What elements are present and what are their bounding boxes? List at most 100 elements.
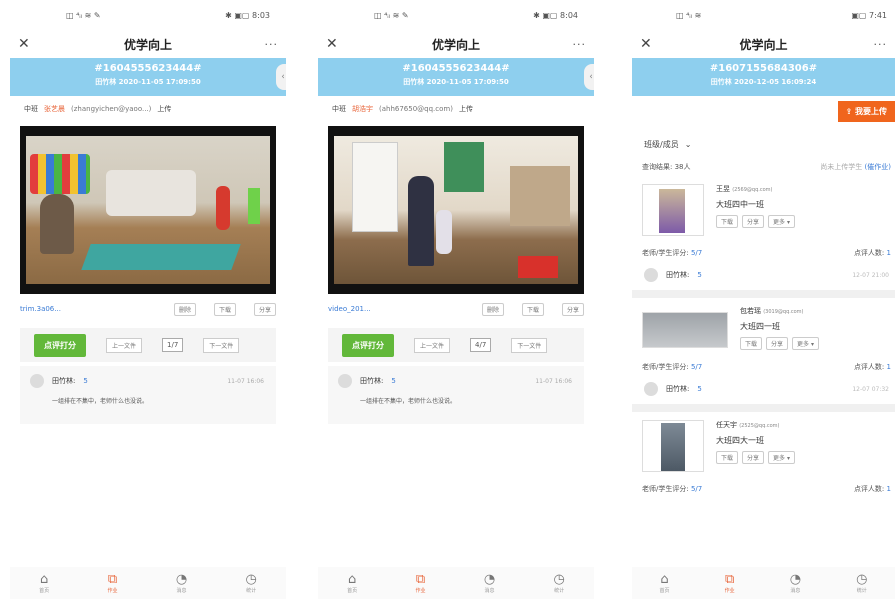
uploader-name[interactable]: 胡浩宇 (352, 104, 373, 114)
share-button[interactable]: 分享 (766, 337, 789, 350)
status-bar: ◫ ⁴ᵢₗ ≋ ✎ ✱ ▣▢ 8:04 (318, 0, 594, 30)
download-button[interactable]: 下载 (740, 337, 763, 350)
next-file-button[interactable]: 下一文件 (511, 337, 548, 353)
download-button[interactable]: 下载 (213, 302, 236, 316)
tab-messages[interactable]: ◔ 消息 (175, 571, 188, 594)
tab-home[interactable]: ⌂ 首页 (660, 571, 670, 594)
download-button[interactable]: 下载 (521, 302, 544, 316)
video-thumbnail[interactable] (642, 420, 704, 472)
review-score-button[interactable]: 点评打分 (342, 333, 394, 357)
adult-figure (40, 194, 74, 254)
commenter-name: 田竹林: (360, 377, 384, 385)
page-indicator: 1/7 (162, 338, 184, 352)
status-right: ✱ ▣▢ 8:03 (225, 10, 270, 20)
more-icon[interactable]: ··· (566, 38, 586, 51)
assignment-code: #1607155684306# (709, 63, 818, 74)
tab-home[interactable]: ⌂ 首页 (347, 572, 358, 594)
chevron-left-icon[interactable]: ‹ (276, 64, 286, 90)
home-icon: ⌂ (40, 571, 49, 587)
more-icon[interactable]: ··· (867, 38, 887, 51)
tab-stats[interactable]: ◷ 统计 (856, 571, 868, 594)
delete-button[interactable]: 删除 (173, 302, 196, 316)
more-button[interactable]: 更多 ▾ (768, 215, 795, 228)
file-name-link[interactable]: trim.3a06... (20, 305, 61, 313)
video-player[interactable] (20, 126, 276, 294)
screenshot-stage: ◫ ⁴ᵢₗ ≋ ✎ ✱ ▣▢ 8:03 ✕ 优学向上 ··· #16045556… (0, 0, 895, 599)
class-label: 中班 (332, 105, 346, 113)
more-icon[interactable]: ··· (258, 38, 278, 51)
tab-homework[interactable]: ⧉ 作业 (724, 572, 735, 594)
toy-shape (248, 188, 260, 224)
list-item[interactable]: 任天宇 (2525@qq.com) 大班四大一班 下载 分享 更多 ▾ (632, 412, 895, 472)
next-file-button[interactable]: 下一文件 (203, 337, 240, 353)
tab-stats[interactable]: ◷ 统计 (553, 572, 564, 594)
close-icon[interactable]: ✕ (18, 36, 38, 52)
stats-icon: ◷ (856, 571, 868, 587)
tab-label: 作业 (724, 587, 735, 594)
member-filter[interactable]: 班级/成员 ⌄ (632, 130, 895, 158)
assignment-banner: #1604555623444# 田竹林 2020-11-05 17:09:50 … (10, 58, 286, 96)
share-button[interactable]: 分享 (253, 302, 276, 316)
prev-file-button[interactable]: 上一文件 (106, 337, 143, 353)
close-icon[interactable]: ✕ (640, 36, 660, 52)
uploader-email: (zhangyichen@yaoo...) (71, 105, 152, 113)
reviewer-count-label: 点评人数: (853, 363, 885, 371)
upload-word: 上传 (458, 105, 473, 113)
tab-label: 消息 (176, 587, 187, 594)
video-player[interactable] (328, 126, 584, 294)
table-shape (518, 256, 558, 278)
download-button[interactable]: 下载 (716, 451, 739, 464)
prev-file-button[interactable]: 上一文件 (414, 337, 451, 353)
video-thumbnail[interactable] (642, 184, 704, 236)
tab-stats[interactable]: ◷ 统计 (245, 572, 256, 594)
file-name-link[interactable]: video_201... (328, 305, 371, 313)
eval-count[interactable]: 5/7 (691, 249, 702, 257)
message-icon: ◔ (483, 571, 496, 587)
tab-home[interactable]: ⌂ 首页 (39, 571, 49, 594)
review-score-button[interactable]: 点评打分 (34, 333, 86, 357)
chevron-left-icon[interactable]: ‹ (584, 64, 594, 90)
share-button[interactable]: 分享 (561, 302, 584, 316)
remind-link[interactable]: (催作业) (865, 163, 891, 171)
eval-row: 老师/学生评分: 5/7 点评人数: 1 (632, 236, 895, 258)
thumbnail-figure (661, 423, 685, 471)
tab-label: 消息 (484, 587, 495, 594)
tab-homework[interactable]: ⧉ 作业 (415, 572, 425, 594)
share-button[interactable]: 分享 (742, 215, 765, 228)
delete-button[interactable]: 删除 (481, 302, 504, 316)
tab-homework[interactable]: ⧉ 作业 (107, 572, 117, 594)
download-button[interactable]: 下载 (716, 215, 739, 228)
tab-label: 统计 (856, 587, 867, 594)
close-icon[interactable]: ✕ (326, 36, 346, 52)
video-thumbnail[interactable] (642, 312, 728, 348)
page-title: 优学向上 (431, 37, 480, 52)
page-indicator: 4/7 (470, 338, 492, 352)
list-item[interactable]: 包若瑶 (3019@qq.com) 大班四一班 下载 分享 更多 ▾ (632, 298, 895, 350)
student-name: 任天宇 (716, 421, 737, 429)
student-class: 大班四一班 (740, 322, 780, 331)
teacher-score: 5 (697, 271, 702, 279)
share-button[interactable]: 分享 (742, 451, 765, 464)
eval-label: 老师/学生评分: (642, 485, 689, 493)
student-email: (3019@qq.com) (763, 309, 804, 315)
eval-count[interactable]: 5/7 (691, 363, 702, 371)
status-left: ◫ ⁴ᵢₗ ≋ ✎ (374, 10, 409, 20)
reviewer-count: 1 (886, 363, 891, 371)
more-button[interactable]: 更多 ▾ (768, 451, 795, 464)
tab-label: 首页 (347, 587, 358, 594)
home-icon: ⌂ (660, 571, 669, 587)
list-item[interactable]: 王昱 (2569@qq.com) 大班四中一班 下载 分享 更多 ▾ (632, 176, 895, 236)
tab-messages[interactable]: ◔ 消息 (483, 571, 496, 594)
eval-label: 老师/学生评分: (642, 363, 689, 371)
phone-screen-3: ◫ ⁴ᵢₗ ≋ ▣▢ 7:41 ✕ 优学向上 ··· #160715568430… (632, 0, 895, 599)
more-button[interactable]: 更多 ▾ (792, 337, 819, 350)
video-frame (26, 136, 270, 284)
student-class: 大班四大一班 (716, 436, 764, 445)
comment-score: 5 (391, 377, 396, 385)
upload-button[interactable]: ⇪ 我要上传 (837, 100, 895, 122)
tab-messages[interactable]: ◔ 消息 (790, 572, 801, 594)
assignment-code: #1604555623444# (94, 63, 202, 74)
message-icon: ◔ (175, 571, 188, 587)
eval-count[interactable]: 5/7 (691, 485, 702, 493)
uploader-name[interactable]: 张艺晨 (44, 104, 65, 114)
